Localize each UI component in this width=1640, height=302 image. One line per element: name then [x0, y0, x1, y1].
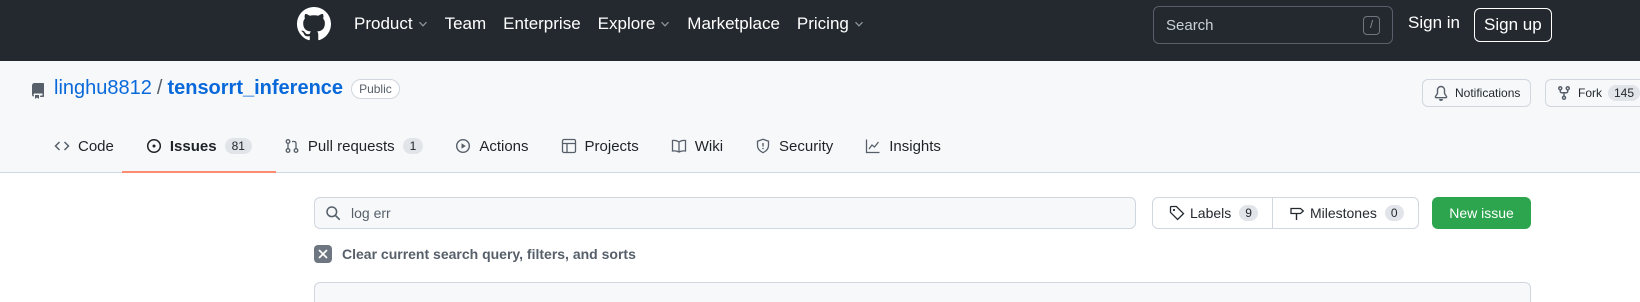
- nav-pricing-label: Pricing: [796, 14, 849, 33]
- issues-search-value: log err: [351, 205, 391, 221]
- nav-product-label: Product: [354, 14, 413, 33]
- repo-path-separator: /: [156, 77, 163, 99]
- tab-pull-requests[interactable]: Pull requests 1: [276, 123, 431, 169]
- nav-team[interactable]: Team: [445, 14, 487, 34]
- fork-button[interactable]: Fork 145: [1545, 79, 1640, 107]
- nav-pricing[interactable]: Pricing: [797, 14, 864, 34]
- search-icon: [326, 206, 341, 221]
- repo-name-link[interactable]: tensorrt_inference: [167, 77, 343, 100]
- play-icon: [456, 138, 471, 154]
- pull-request-icon: [285, 139, 299, 153]
- nav-explore-label: Explore: [597, 14, 656, 33]
- tab-insights-label: Insights: [889, 137, 941, 155]
- table-icon: [561, 138, 576, 154]
- issues-search-input[interactable]: log err: [314, 197, 1136, 229]
- tab-pull-requests-label: Pull requests: [307, 137, 395, 155]
- global-header: Product Team Enterprise Explore Marketpl…: [0, 0, 1640, 61]
- chevron-down-icon: [854, 21, 863, 27]
- labels-button[interactable]: Labels 9: [1153, 198, 1272, 228]
- nav-explore[interactable]: Explore: [598, 14, 671, 34]
- tab-security[interactable]: Security: [747, 123, 841, 169]
- search-placeholder: Search: [1166, 16, 1214, 34]
- github-logo-icon[interactable]: [297, 7, 331, 41]
- chevron-down-icon: [418, 21, 427, 27]
- fork-icon: [1558, 86, 1570, 101]
- book-icon: [671, 139, 686, 153]
- new-issue-button[interactable]: New issue: [1432, 197, 1531, 229]
- sign-up-button[interactable]: Sign up: [1474, 8, 1552, 42]
- milestone-icon: [1290, 207, 1305, 220]
- labels-label: Labels: [1190, 205, 1232, 221]
- global-search-input[interactable]: Search /: [1153, 6, 1393, 44]
- clear-filters-label: Clear current search query, filters, and…: [342, 246, 636, 262]
- tag-icon: [1169, 205, 1185, 221]
- nav-product[interactable]: Product: [354, 14, 428, 34]
- close-icon: [314, 245, 332, 263]
- nav-marketplace[interactable]: Marketplace: [687, 14, 780, 34]
- repo-icon: [31, 83, 44, 99]
- tab-actions[interactable]: Actions: [447, 123, 536, 169]
- visibility-badge: Public: [351, 78, 400, 99]
- milestones-label: Milestones: [1309, 205, 1377, 221]
- graph-icon: [866, 139, 880, 154]
- notifications-button[interactable]: Notifications: [1422, 79, 1532, 107]
- chevron-down-icon: [661, 21, 670, 27]
- milestones-button[interactable]: Milestones 0: [1271, 198, 1418, 228]
- nav-marketplace-label: Marketplace: [687, 14, 780, 33]
- tab-issues-label: Issues: [169, 137, 217, 155]
- pull-requests-count: 1: [402, 138, 424, 154]
- nav-enterprise-label: Enterprise: [503, 14, 581, 33]
- repo-title: linghu8812 / tensorrt_inference Public: [54, 77, 400, 100]
- bell-icon: [1434, 85, 1448, 101]
- tab-security-label: Security: [779, 137, 834, 155]
- sign-in-link[interactable]: Sign in: [1408, 13, 1460, 33]
- nav-team-label: Team: [444, 14, 487, 33]
- tab-projects-label: Projects: [584, 137, 639, 155]
- search-shortcut-key: /: [1363, 15, 1380, 35]
- labels-milestones-group: Labels 9 Milestones 0: [1152, 197, 1419, 229]
- tab-code-label: Code: [78, 137, 114, 155]
- shield-icon: [756, 138, 770, 154]
- tab-insights[interactable]: Insights: [857, 123, 949, 169]
- tab-wiki[interactable]: Wiki: [663, 123, 731, 169]
- issue-opened-icon: [146, 138, 161, 154]
- tab-wiki-label: Wiki: [694, 137, 724, 155]
- repo-tabs: Code Issues 81 Pull requests 1 Actions P…: [46, 123, 965, 173]
- issues-list-header: [314, 282, 1531, 302]
- labels-count: 9: [1239, 205, 1258, 221]
- fork-count: 145: [1608, 85, 1640, 101]
- code-icon: [54, 141, 70, 151]
- fork-label: Fork: [1578, 86, 1602, 100]
- milestones-count: 0: [1384, 205, 1404, 221]
- repo-header: linghu8812 / tensorrt_inference Public N…: [0, 61, 1640, 173]
- tab-actions-label: Actions: [479, 137, 529, 155]
- tab-code[interactable]: Code: [46, 123, 122, 169]
- global-nav: Product Team Enterprise Explore Marketpl…: [354, 0, 881, 48]
- nav-enterprise[interactable]: Enterprise: [503, 14, 580, 34]
- clear-filters-link[interactable]: Clear current search query, filters, and…: [314, 245, 636, 263]
- repo-owner-link[interactable]: linghu8812: [54, 77, 152, 100]
- tab-projects[interactable]: Projects: [553, 123, 647, 169]
- notifications-label: Notifications: [1455, 86, 1521, 100]
- issues-count: 81: [224, 138, 252, 154]
- tab-issues[interactable]: Issues 81: [121, 123, 276, 173]
